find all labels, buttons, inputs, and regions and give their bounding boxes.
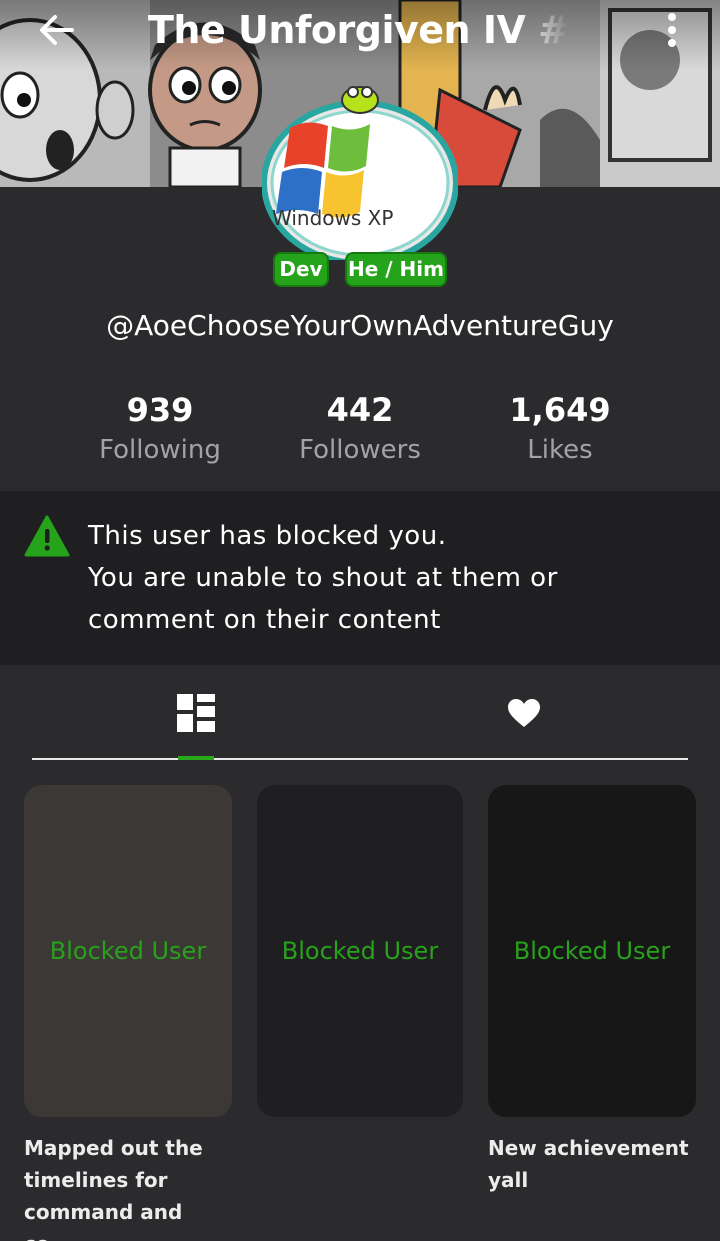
likes-label: Likes — [527, 435, 593, 465]
stat-followers[interactable]: 442 Followers — [260, 388, 460, 468]
profile-tabs — [0, 665, 720, 761]
arrow-left-icon — [40, 15, 74, 45]
more-options-button[interactable] — [652, 8, 692, 52]
pronouns-badge: He / Him — [345, 252, 447, 287]
tab-posts[interactable] — [146, 665, 246, 761]
stat-following[interactable]: 939 Following — [60, 388, 260, 468]
blocked-user-label: Blocked User — [281, 937, 439, 965]
followers-label: Followers — [299, 435, 421, 465]
avatar-frame-image: Windows XP — [261, 86, 459, 266]
notice-line-2: You are unable to shout at them or — [88, 563, 558, 593]
badges-row: Dev He / Him — [0, 252, 720, 288]
blocked-user-label: Blocked User — [49, 937, 207, 965]
heart-icon — [508, 699, 540, 727]
caption-line: yall — [488, 1168, 529, 1192]
role-badge: Dev — [273, 252, 329, 287]
following-count: 939 — [126, 391, 194, 429]
more-vertical-icon — [668, 13, 676, 21]
caption-line: Mapped out the — [24, 1136, 203, 1160]
grid-layout-icon — [177, 694, 215, 732]
tabs-divider — [32, 758, 688, 760]
back-button[interactable] — [32, 8, 80, 52]
stat-likes[interactable]: 1,649 Likes — [460, 388, 660, 468]
top-app-bar: The Unforgiven IV #acc — [0, 0, 720, 62]
followers-count: 442 — [326, 391, 394, 429]
profile-stats: 939 Following 442 Followers 1,649 Likes — [0, 388, 720, 478]
post-card[interactable]: Blocked User — [24, 785, 232, 1117]
blocked-user-label: Blocked User — [513, 937, 671, 965]
caption-line: timelines for — [24, 1168, 168, 1192]
page-title: The Unforgiven IV #acc — [148, 8, 568, 52]
blocked-notice-text: This user has blocked you. You are unabl… — [88, 515, 688, 641]
avatar[interactable]: Windows XP — [261, 80, 459, 266]
following-label: Following — [99, 435, 221, 465]
warning-icon — [24, 515, 70, 557]
blocked-notice: This user has blocked you. You are unabl… — [0, 491, 720, 665]
post-card[interactable]: Blocked User — [257, 785, 463, 1117]
tab-liked[interactable] — [474, 665, 574, 761]
post-caption[interactable]: New achievement yall — [488, 1132, 698, 1196]
post-card[interactable]: Blocked User — [488, 785, 696, 1117]
caption-line: command and co... — [24, 1200, 183, 1241]
avatar-text: Windows XP — [272, 206, 393, 230]
notice-line-3: comment on their content — [88, 605, 441, 635]
username: @AoeChooseYourOwnAdventureGuy — [106, 309, 614, 342]
caption-line: New achievement — [488, 1136, 689, 1160]
likes-count: 1,649 — [509, 391, 611, 429]
notice-line-1: This user has blocked you. — [88, 521, 447, 551]
active-tab-indicator — [178, 756, 214, 760]
post-caption[interactable]: Mapped out the timelines for command and… — [24, 1132, 234, 1241]
